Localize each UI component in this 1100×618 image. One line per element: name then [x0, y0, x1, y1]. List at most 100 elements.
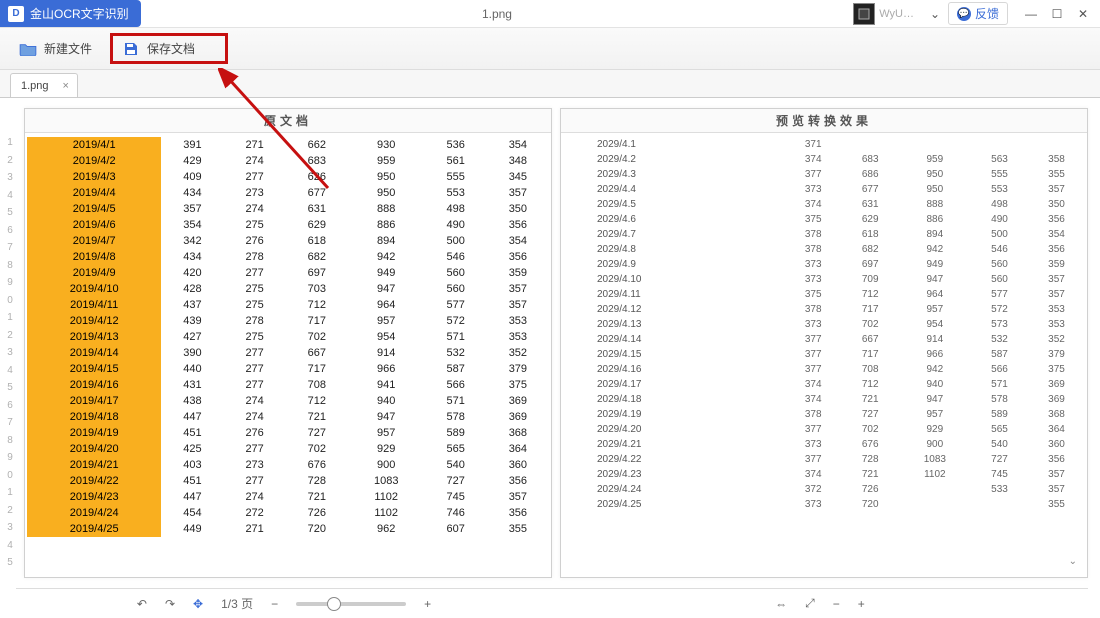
value-cell: 949: [899, 257, 971, 272]
value-cell: 355: [1028, 497, 1085, 512]
zoom-out-button[interactable]: −: [271, 597, 278, 611]
rotate-left-icon[interactable]: ↶: [137, 597, 147, 611]
value-cell: 378: [785, 302, 842, 317]
value-cell: 275: [224, 217, 286, 233]
table-row: 2029/4.5374631888498350: [563, 197, 1085, 212]
date-cell: 2019/4/22: [27, 473, 161, 489]
table-row: 2019/4/20425277702929565364: [27, 441, 549, 457]
open-file-button[interactable]: 新建文件: [12, 37, 98, 60]
floppy-disk-icon: [121, 41, 141, 57]
table-row: 2019/4/4434273677950553357: [27, 185, 549, 201]
value-cell: 941: [348, 377, 425, 393]
zoom-in-button[interactable]: +: [424, 597, 431, 611]
gutter-number: 3: [4, 344, 16, 362]
value-cell: 717: [286, 361, 348, 377]
value-cell: 378: [785, 407, 842, 422]
maximize-button[interactable]: ☐: [1044, 3, 1070, 25]
table-row: 2029/4.14377667914532352: [563, 332, 1085, 347]
table-row: 2029/4.4373677950553357: [563, 182, 1085, 197]
value-cell: 727: [425, 473, 487, 489]
value-cell: 560: [971, 272, 1028, 287]
value-cell: 540: [971, 437, 1028, 452]
value-cell: 571: [425, 329, 487, 345]
avatar[interactable]: [853, 3, 875, 25]
zoom-in-button-2[interactable]: +: [858, 597, 865, 611]
value-cell: 702: [286, 329, 348, 345]
table-row: 2029/4.7378618894500354: [563, 227, 1085, 242]
source-pane: 原文档 2019/4/13912716629305363542019/4/242…: [24, 108, 552, 578]
gutter-number: 6: [4, 222, 16, 240]
value-cell: 276: [224, 233, 286, 249]
value-cell: 536: [425, 137, 487, 153]
close-button[interactable]: ✕: [1070, 3, 1096, 25]
value-cell: 438: [161, 393, 223, 409]
rotate-right-icon[interactable]: ↷: [165, 597, 175, 611]
zoom-slider-knob[interactable]: [327, 597, 341, 611]
value-cell: 577: [971, 287, 1028, 302]
value-cell: 364: [1028, 422, 1085, 437]
value-cell: 555: [425, 169, 487, 185]
dropdown-button[interactable]: ⌄: [922, 3, 948, 25]
value-cell: 728: [286, 473, 348, 489]
value-cell: 375: [785, 287, 842, 302]
value-cell: 942: [899, 362, 971, 377]
feedback-label: 反馈: [975, 5, 999, 22]
save-file-button[interactable]: 保存文档: [110, 33, 228, 64]
value-cell: 273: [224, 457, 286, 473]
value-cell: 947: [348, 409, 425, 425]
value-cell: 745: [425, 489, 487, 505]
close-tab-icon[interactable]: ×: [63, 80, 69, 92]
value-cell: 368: [487, 425, 549, 441]
toolbar: 新建文件 保存文档: [0, 28, 1100, 70]
value-cell: 746: [425, 505, 487, 521]
value-cell: 942: [348, 249, 425, 265]
minimize-button[interactable]: —: [1018, 3, 1044, 25]
chevron-down-icon[interactable]: ⌄: [1069, 556, 1077, 567]
value-cell: 572: [971, 302, 1028, 317]
value-cell: 940: [899, 377, 971, 392]
value-cell: 942: [899, 242, 971, 257]
date-cell: 2029/4.1: [563, 137, 785, 152]
value-cell: 490: [425, 217, 487, 233]
value-cell: 532: [425, 345, 487, 361]
value-cell: 357: [1028, 482, 1085, 497]
value-cell: 425: [161, 441, 223, 457]
date-cell: 2019/4/6: [27, 217, 161, 233]
move-icon[interactable]: ✥: [193, 597, 203, 611]
value-cell: 375: [487, 377, 549, 393]
table-row: 2029/4.233747211102745357: [563, 467, 1085, 482]
value-cell: 357: [487, 489, 549, 505]
value-cell: [1028, 137, 1085, 152]
value-cell: 379: [1028, 347, 1085, 362]
value-cell: 959: [348, 153, 425, 169]
value-cell: 373: [785, 317, 842, 332]
value-cell: 914: [899, 332, 971, 347]
file-tab[interactable]: 1.png ×: [10, 73, 78, 97]
tab-strip: 1.png ×: [0, 70, 1100, 98]
value-cell: 720: [842, 497, 899, 512]
value-cell: 451: [161, 425, 223, 441]
date-cell: 2029/4.16: [563, 362, 785, 377]
value-cell: 947: [348, 281, 425, 297]
value-cell: 373: [785, 497, 842, 512]
fit-page-icon[interactable]: ⤢: [805, 596, 815, 611]
table-row: 2019/4/15440277717966587379: [27, 361, 549, 377]
value-cell: 571: [971, 377, 1028, 392]
gutter-number: 2: [4, 327, 16, 345]
value-cell: 377: [785, 347, 842, 362]
value-cell: 959: [899, 152, 971, 167]
user-icon: [857, 7, 871, 21]
date-cell: 2019/4/19: [27, 425, 161, 441]
value-cell: 431: [161, 377, 223, 393]
value-cell: 532: [971, 332, 1028, 347]
fit-width-icon[interactable]: ⇔: [775, 597, 787, 611]
value-cell: 360: [1028, 437, 1085, 452]
gutter-number: 6: [4, 397, 16, 415]
feedback-button[interactable]: 💬 反馈: [948, 2, 1008, 25]
value-cell: 354: [487, 137, 549, 153]
date-cell: 2019/4/13: [27, 329, 161, 345]
zoom-out-button-2[interactable]: −: [833, 597, 840, 611]
value-cell: 374: [785, 392, 842, 407]
zoom-slider[interactable]: [296, 602, 406, 606]
date-cell: 2029/4.2: [563, 152, 785, 167]
